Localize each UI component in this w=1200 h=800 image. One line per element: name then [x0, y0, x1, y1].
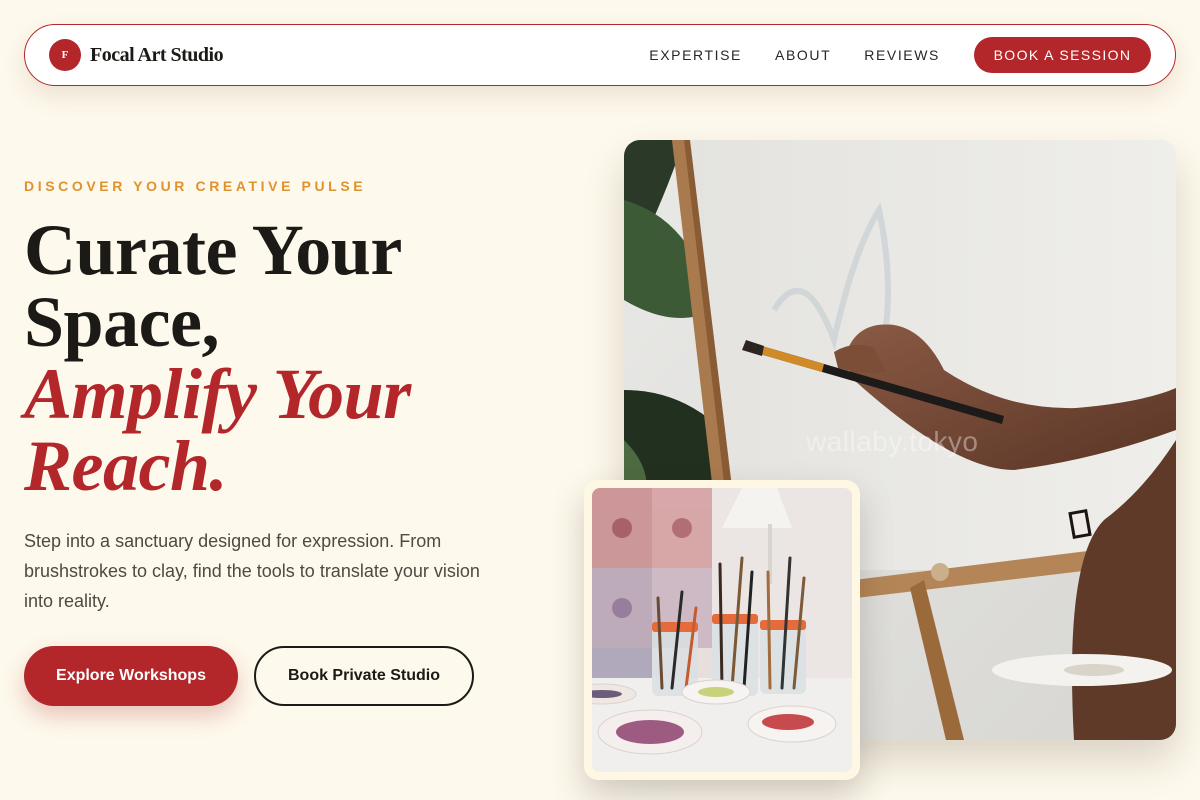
top-nav: F Focal Art Studio EXPERTISE ABOUT REVIE…	[24, 24, 1176, 86]
explore-workshops-button[interactable]: Explore Workshops	[24, 646, 238, 706]
nav-link-about[interactable]: ABOUT	[775, 47, 831, 63]
inset-image-paint-supplies	[592, 488, 852, 772]
inset-image-frame	[584, 480, 860, 780]
headline-line-2: Space,	[24, 282, 220, 362]
headline-accent-line-1: Amplify Your	[24, 354, 411, 434]
nav-link-reviews[interactable]: REVIEWS	[864, 47, 940, 63]
hero-eyebrow: DISCOVER YOUR CREATIVE PULSE	[24, 178, 367, 194]
hero-headline: Curate Your Space, Amplify Your Reach.	[24, 214, 524, 502]
nav-links: EXPERTISE ABOUT REVIEWS BOOK A SESSION	[649, 37, 1151, 73]
image-watermark: wallaby.tokyo	[806, 426, 979, 457]
book-session-button[interactable]: BOOK A SESSION	[974, 37, 1151, 73]
brand-mark-icon: F	[49, 39, 81, 71]
headline-accent-line-2: Reach.	[24, 426, 227, 506]
nav-link-expertise[interactable]: EXPERTISE	[649, 47, 742, 63]
brand-name: Focal Art Studio	[90, 43, 224, 66]
paint-supplies-illustration	[592, 488, 852, 772]
brand-logo[interactable]: F Focal Art Studio	[49, 39, 224, 71]
headline-line-1: Curate Your	[24, 210, 402, 290]
book-private-studio-button[interactable]: Book Private Studio	[254, 646, 474, 706]
hero-description: Step into a sanctuary designed for expre…	[24, 531, 480, 611]
